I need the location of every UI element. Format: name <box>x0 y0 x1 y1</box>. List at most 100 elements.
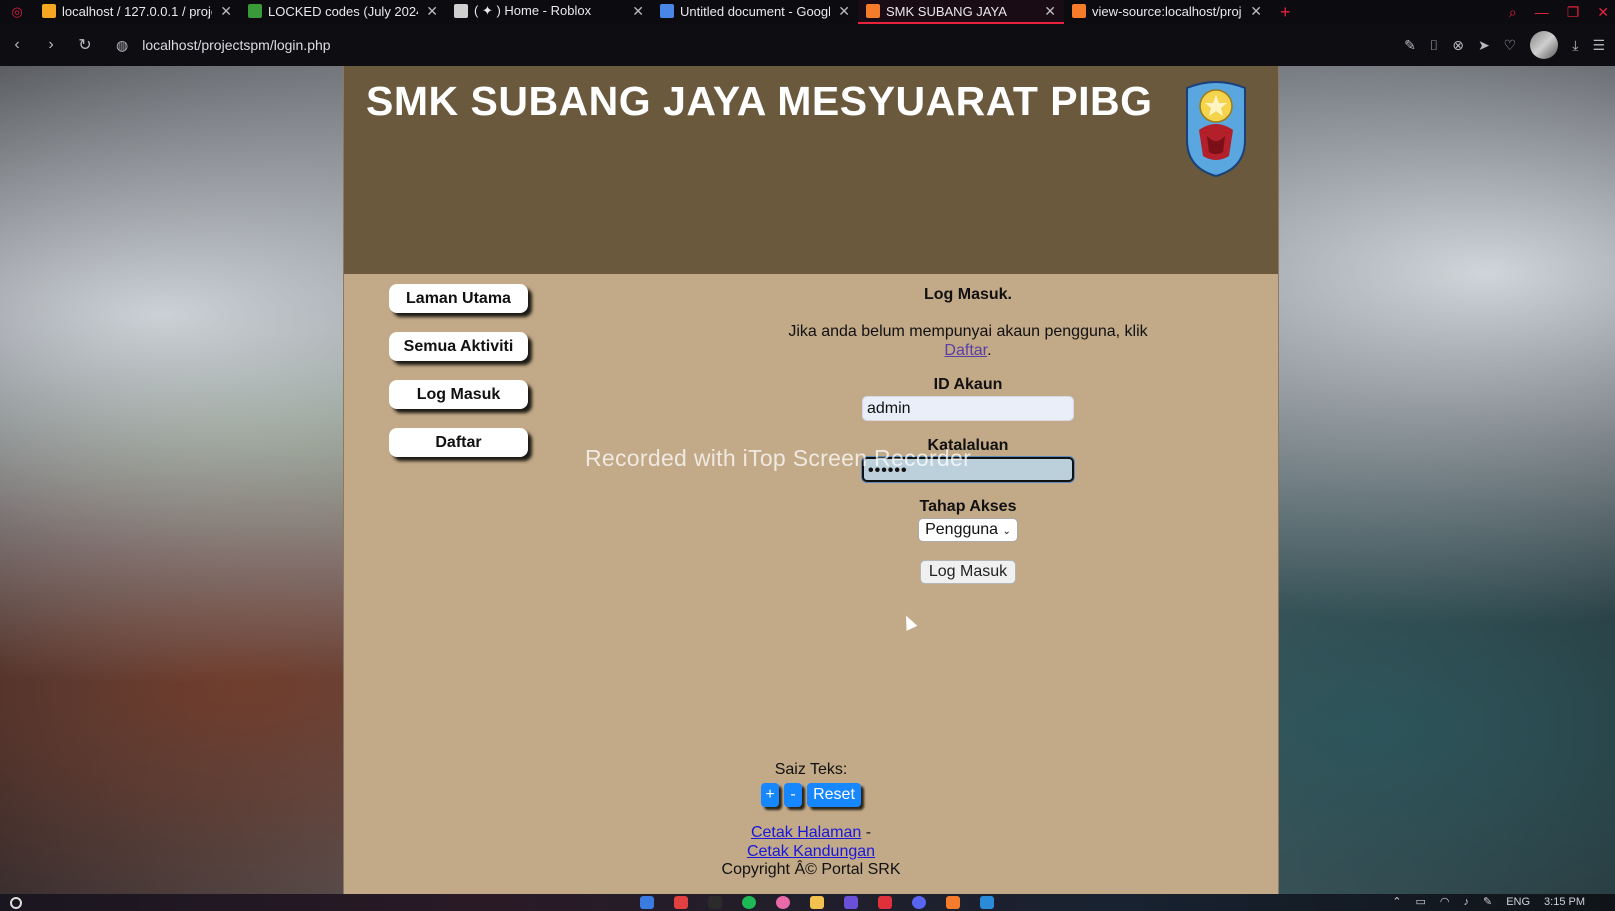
close-tab-icon[interactable]: ✕ <box>838 3 850 20</box>
menu-icon[interactable]: ☰ <box>1592 37 1605 54</box>
close-tab-icon[interactable]: ✕ <box>220 3 232 20</box>
system-tray: ⌃ ▭ ◠ ♪ ✎ ENG 3:15 PM <box>1392 895 1585 909</box>
account-id-label: ID Akaun <box>933 376 1003 393</box>
browser-tab[interactable]: localhost / 127.0.0.1 / proje ✕ <box>34 0 240 24</box>
browser-tab-title: SMK SUBANG JAYA <box>886 3 1007 19</box>
roblox-codes-icon <box>248 4 262 18</box>
nav-laman-utama[interactable]: Laman Utama <box>389 284 528 313</box>
access-level-label: Tahap Akses <box>919 498 1017 515</box>
restore-icon[interactable]: ❐ <box>1567 4 1580 21</box>
browser-tab-title: localhost / 127.0.0.1 / proje <box>62 3 213 19</box>
text-size-label: Saiz Teks: <box>774 761 848 778</box>
address-bar[interactable]: localhost/projectspm/login.php <box>142 37 330 53</box>
file-explorer-icon[interactable] <box>810 896 824 909</box>
os-taskbar: ⌃ ▭ ◠ ♪ ✎ ENG 3:15 PM <box>0 894 1615 911</box>
nav-daftar[interactable]: Daftar <box>389 428 528 457</box>
edit-icon[interactable]: ✎ <box>1404 37 1416 54</box>
taskbar-search-icon[interactable] <box>10 896 22 909</box>
browser-tab-title: view-source:localhost/proje <box>1092 3 1243 19</box>
access-level-value: Pengguna <box>925 521 999 538</box>
close-tab-icon[interactable]: ✕ <box>1044 3 1056 20</box>
new-tab-icon[interactable]: + <box>1280 2 1291 23</box>
snapshot-icon[interactable]: ⌷ <box>1430 37 1438 54</box>
register-link[interactable]: Daftar <box>944 342 987 359</box>
browser-tab[interactable]: SMK SUBANG JAYA ✕ <box>858 0 1064 24</box>
browser-tab-title: ( ✦ ) Home - Roblox <box>474 3 592 18</box>
taskbar-app-icon[interactable] <box>844 896 858 909</box>
taskbar-app-icon[interactable] <box>640 896 654 909</box>
send-icon[interactable]: ➤ <box>1478 37 1490 54</box>
heart-icon[interactable]: ♡ <box>1504 37 1517 54</box>
xampp-icon <box>1072 4 1086 18</box>
adblock-icon[interactable]: ⊗ <box>1452 37 1464 54</box>
register-prompt: Jika anda belum mempunyai akaun pengguna… <box>674 322 1262 360</box>
taskbar-app-icon[interactable] <box>878 896 892 909</box>
roblox-icon <box>454 4 468 18</box>
print-page-link[interactable]: Cetak Halaman <box>751 824 861 841</box>
window-controls: ⌕ — ❐ ✕ <box>1509 0 1609 24</box>
taskbar-app-icon[interactable] <box>708 896 722 909</box>
browser-tab[interactable]: LOCKED codes (July 2024) ✕ <box>240 0 446 24</box>
search-tabs-icon[interactable]: ⌕ <box>1509 4 1517 21</box>
browser-tab-strip: ◎ localhost / 127.0.0.1 / proje ✕ LOCKED c… <box>0 0 1615 24</box>
site-title: SMK SUBANG JAYA MESYUARAT PIBG <box>366 78 1153 124</box>
volume-icon[interactable]: ♪ <box>1463 896 1469 908</box>
browser-toolbar: ‹ › ↻ ◍ localhost/projectspm/login.php ✎… <box>0 24 1615 66</box>
pen-icon[interactable]: ✎ <box>1483 895 1492 908</box>
browser-tab-title: LOCKED codes (July 2024) <box>268 3 419 19</box>
nav-semua-aktiviti[interactable]: Semua Aktiviti <box>389 332 528 361</box>
taskbar-app-icon[interactable] <box>674 896 688 909</box>
profile-avatar[interactable] <box>1530 31 1559 59</box>
close-tab-icon[interactable]: ✕ <box>632 3 644 20</box>
login-form: Log Masuk. Jika anda belum mempunyai aka… <box>674 284 1262 584</box>
discord-icon[interactable] <box>912 896 926 909</box>
reload-icon[interactable]: ↻ <box>68 35 102 55</box>
text-size-controls: + - Reset <box>344 783 1278 807</box>
spotify-icon[interactable] <box>742 896 756 909</box>
vscode-icon[interactable] <box>980 896 994 909</box>
increase-text-button[interactable]: + <box>761 783 780 807</box>
login-submit-button[interactable]: Log Masuk <box>919 560 1017 584</box>
taskbar-apps <box>640 896 994 909</box>
language-indicator[interactable]: ENG <box>1506 896 1530 908</box>
login-heading: Log Masuk. <box>923 286 1012 303</box>
forward-icon[interactable]: › <box>34 36 68 54</box>
battery-icon[interactable]: ▭ <box>1415 895 1425 908</box>
close-window-icon[interactable]: ✕ <box>1597 4 1609 21</box>
browser-tab[interactable]: Untitled document - Googl ✕ <box>652 0 858 24</box>
page-viewport: SMK SUBANG JAYA MESYUARAT PIBG Laman Uta… <box>0 66 1615 894</box>
opera-menu-icon[interactable]: ◎ <box>0 0 34 24</box>
copyright-text: Copyright Â© Portal SRK <box>721 861 901 878</box>
chevron-up-icon[interactable]: ⌃ <box>1392 895 1401 908</box>
back-icon[interactable]: ‹ <box>0 36 34 54</box>
phpmyadmin-icon <box>42 4 56 18</box>
clock[interactable]: 3:15 PM <box>1544 896 1585 908</box>
close-tab-icon[interactable]: ✕ <box>1250 3 1262 20</box>
site-footer: Saiz Teks: + - Reset Cetak Halaman - Cet… <box>344 761 1278 879</box>
site-info-icon[interactable]: ◍ <box>116 37 128 54</box>
register-prompt-period: . <box>987 342 992 359</box>
browser-tab-title: Untitled document - Googl <box>680 3 831 19</box>
xampp-icon <box>866 4 880 18</box>
school-crest-icon <box>1186 81 1246 178</box>
print-content-link[interactable]: Cetak Kandungan <box>747 843 875 860</box>
print-separator: - <box>861 824 872 841</box>
side-navigation: Laman Utama Semua Aktiviti Log Masuk Daf… <box>389 284 529 476</box>
nav-log-masuk[interactable]: Log Masuk <box>389 380 528 409</box>
minimize-icon[interactable]: — <box>1535 4 1549 20</box>
wifi-icon[interactable]: ◠ <box>1440 895 1450 908</box>
xampp-icon[interactable] <box>946 896 960 909</box>
download-icon[interactable]: ⤓ <box>1572 37 1578 54</box>
browser-tab[interactable]: view-source:localhost/proje ✕ <box>1064 0 1270 24</box>
recorder-watermark: Recorded with iTop Screen Recorder <box>585 445 972 471</box>
google-docs-icon <box>660 4 674 18</box>
browser-tab[interactable]: ( ✦ ) Home - Roblox ✕ <box>446 0 652 24</box>
taskbar-app-icon[interactable] <box>776 896 790 909</box>
access-level-select[interactable]: Pengguna ⌄ <box>918 518 1018 542</box>
reset-text-button[interactable]: Reset <box>807 783 861 807</box>
site-container: SMK SUBANG JAYA MESYUARAT PIBG Laman Uta… <box>343 66 1279 894</box>
close-tab-icon[interactable]: ✕ <box>426 3 438 20</box>
account-id-input[interactable]: admin <box>862 396 1074 421</box>
decrease-text-button[interactable]: - <box>784 783 803 807</box>
chevron-down-icon: ⌄ <box>1002 526 1011 537</box>
